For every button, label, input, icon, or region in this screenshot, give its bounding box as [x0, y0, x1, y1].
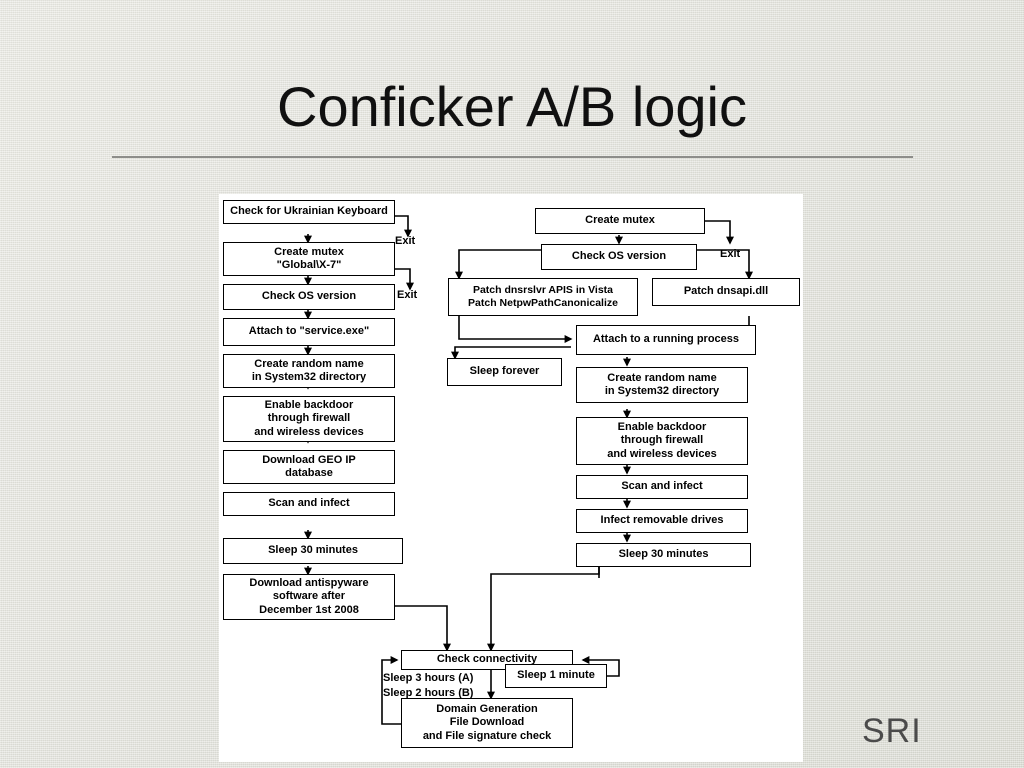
node-label: Download GEO IP database [262, 453, 356, 480]
node-label: Check for Ukrainian Keyboard [230, 205, 388, 218]
node-label: Scan and infect [268, 497, 350, 510]
flowchart-panel: Check for Ukrainian Keyboard Create mute… [219, 194, 803, 762]
exit-label-a1: Exit [395, 235, 416, 247]
node-create-random-name-a[interactable]: Create random name in System32 directory [223, 354, 395, 388]
node-label: Enable backdoor through firewall and wir… [254, 398, 364, 438]
node-label: Enable backdoor through firewall and wir… [607, 420, 717, 460]
node-label: Attach to "service.exe" [248, 325, 370, 338]
slide-canvas: Conficker A/B logic Check for Ukrainian … [0, 0, 1024, 768]
node-label: Sleep 1 minute [517, 669, 595, 682]
sri-logo: SRI [862, 712, 922, 750]
node-label: Check OS version [261, 290, 357, 303]
node-sleep-30-minutes-a[interactable]: Sleep 30 minutes [223, 538, 403, 564]
node-label: Sleep 30 minutes [618, 548, 709, 561]
node-label: Create random name in System32 directory [251, 357, 367, 384]
exit-label-a2: Exit [397, 289, 418, 301]
node-label: Download antispyware software after Dece… [249, 576, 369, 616]
node-label: Create mutex [585, 214, 655, 227]
node-label: Create mutex "Global\X-7" [274, 245, 344, 272]
node-label: Infect removable drives [600, 514, 724, 527]
node-sleep-1-minute[interactable]: Sleep 1 minute [505, 664, 607, 688]
node-infect-removable-drives[interactable]: Infect removable drives [576, 509, 748, 533]
node-label: Sleep forever [469, 365, 540, 378]
node-sleep-30-minutes-b[interactable]: Sleep 30 minutes [576, 543, 751, 567]
node-enable-backdoor-b[interactable]: Enable backdoor through firewall and wir… [576, 417, 748, 465]
node-domain-generation[interactable]: Domain Generation File Download and File… [401, 698, 573, 748]
annotation-sleep-hours: Sleep 3 hours (A) Sleep 2 hours (B) [383, 672, 474, 699]
page-title: Conficker A/B logic [277, 75, 747, 138]
exit-label-b1: Exit [720, 248, 741, 260]
node-label: Create random name in System32 directory [604, 371, 720, 398]
node-check-os-version-b[interactable]: Check OS version [541, 244, 697, 270]
node-create-random-name-b[interactable]: Create random name in System32 directory [576, 367, 748, 403]
node-label: Scan and infect [621, 480, 703, 493]
node-check-os-version-a[interactable]: Check OS version [223, 284, 395, 310]
node-sleep-forever[interactable]: Sleep forever [447, 358, 562, 386]
node-label: Attach to a running process [592, 333, 740, 346]
node-label: Patch dnsrslvr APIS in Vista Patch Netpw… [468, 283, 618, 310]
node-label: Check OS version [571, 250, 667, 263]
node-create-mutex-b[interactable]: Create mutex [535, 208, 705, 234]
node-enable-backdoor-a[interactable]: Enable backdoor through firewall and wir… [223, 396, 395, 442]
node-check-ukrainian-keyboard[interactable]: Check for Ukrainian Keyboard [223, 200, 395, 224]
node-download-antispyware[interactable]: Download antispyware software after Dece… [223, 574, 395, 620]
title-divider [112, 156, 913, 158]
node-label: Domain Generation File Download and File… [422, 702, 552, 742]
node-scan-and-infect-b[interactable]: Scan and infect [576, 475, 748, 499]
node-attach-to-service-exe[interactable]: Attach to "service.exe" [223, 318, 395, 346]
node-patch-dnsrslvr-apis[interactable]: Patch dnsrslvr APIS in Vista Patch Netpw… [448, 278, 638, 316]
node-patch-dnsapi-dll[interactable]: Patch dnsapi.dll [652, 278, 800, 306]
node-label: Patch dnsapi.dll [683, 285, 769, 298]
node-download-geo-ip-database[interactable]: Download GEO IP database [223, 450, 395, 484]
node-label: Sleep 30 minutes [268, 544, 358, 557]
node-scan-and-infect-a[interactable]: Scan and infect [223, 492, 395, 516]
node-create-mutex-global[interactable]: Create mutex "Global\X-7" [223, 242, 395, 276]
node-attach-to-running-process[interactable]: Attach to a running process [576, 325, 756, 355]
